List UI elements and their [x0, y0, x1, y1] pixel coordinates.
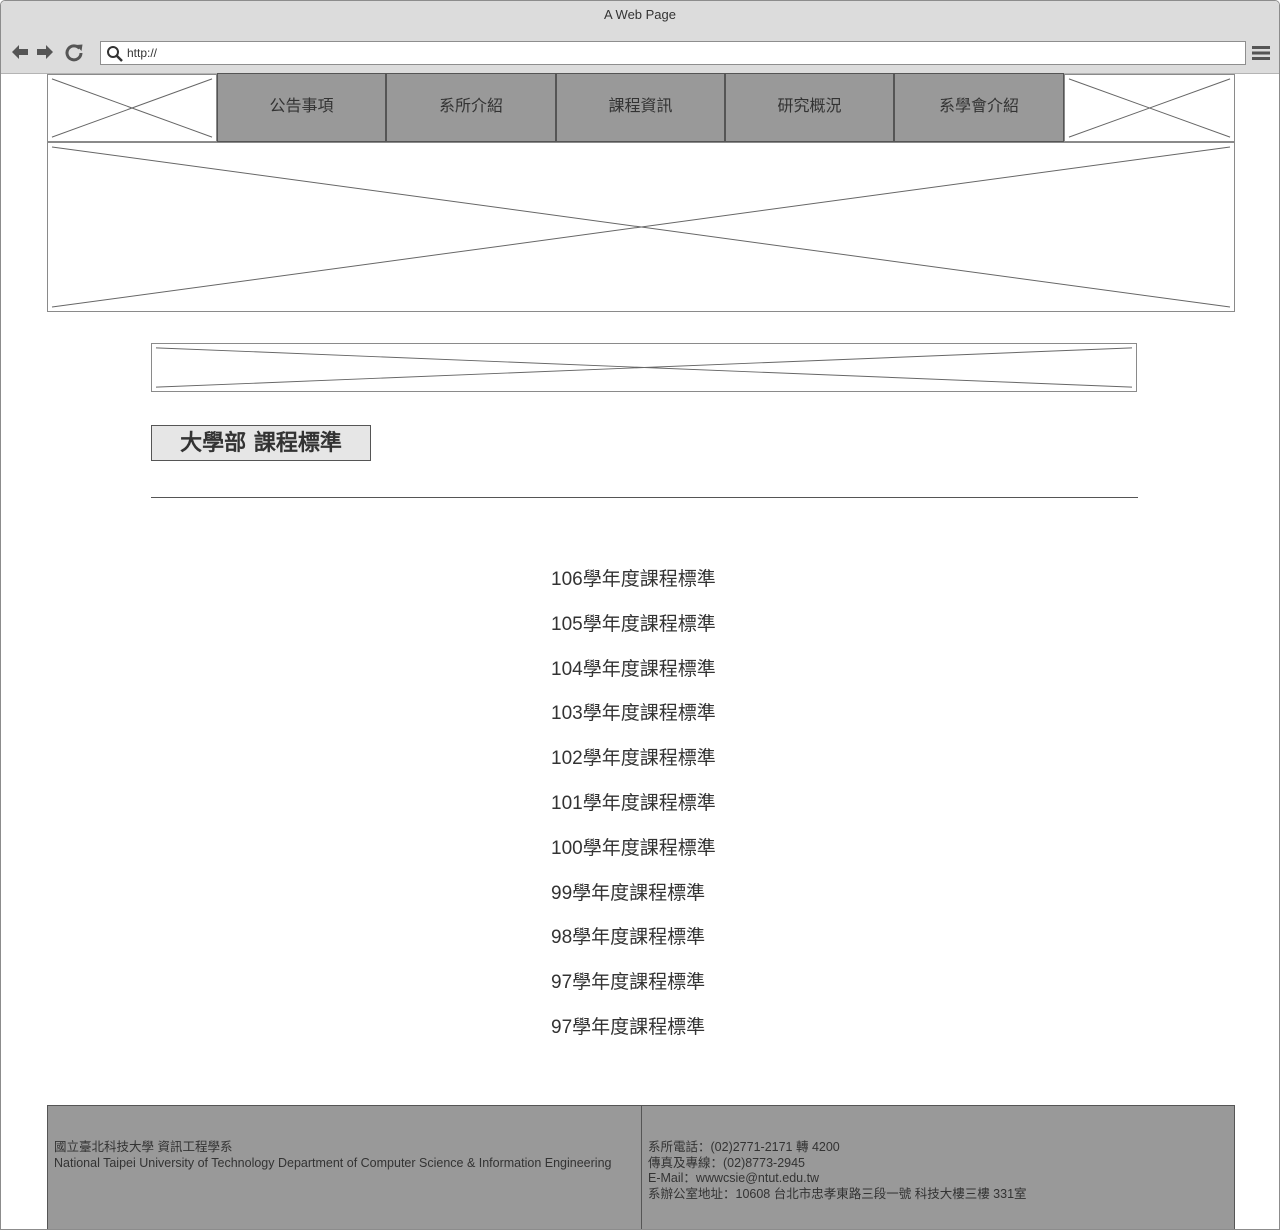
course-link-97-duplicate[interactable]: 97學年度課程標準 — [551, 1013, 951, 1058]
section-divider — [151, 497, 1138, 498]
tab-course-info[interactable]: 課程資訊 — [556, 73, 725, 142]
url-text: http:// — [127, 46, 158, 60]
course-label: 學年度課程標準 — [582, 657, 716, 680]
course-label: 學年度課程標準 — [582, 747, 716, 770]
course-year: 97 — [551, 972, 573, 994]
course-label: 學年度課程標準 — [582, 568, 716, 590]
course-link-99[interactable]: 99學年度課程標準 — [551, 879, 951, 924]
course-year: 101 — [551, 792, 583, 814]
course-year: 99 — [551, 882, 573, 904]
tab-research-overview[interactable]: 研究概況 — [725, 73, 894, 142]
browser-window: A Web Page http:// 公告事項 系所介紹 課程資訊 研究概況 系… — [0, 0, 1280, 1230]
tab-student-association[interactable]: 系學會介紹 — [894, 73, 1064, 142]
course-link-103[interactable]: 103學年度課程標準 — [551, 699, 951, 744]
footer-phone: 系所電話：(02)2771-2171 轉 4200 — [648, 1140, 840, 1154]
address-bar[interactable]: http:// — [100, 41, 1246, 65]
course-year: 103 — [551, 703, 583, 725]
course-year: 102 — [551, 748, 583, 770]
forward-arrow-icon[interactable] — [35, 42, 55, 62]
course-label: 學年度課程標準 — [572, 971, 706, 994]
course-label: 學年度課程標準 — [572, 926, 706, 949]
course-year: 106 — [551, 569, 583, 590]
course-link-104[interactable]: 104學年度課程標準 — [551, 655, 951, 700]
reload-icon[interactable] — [64, 42, 84, 62]
course-link-102[interactable]: 102學年度課程標準 — [551, 744, 951, 789]
window-title: A Web Page — [1, 1, 1279, 31]
course-standards-list: 106學年度課程標準 105學年度課程標準 104學年度課程標準 103學年度課… — [551, 565, 951, 1058]
course-label: 學年度課程標準 — [572, 1015, 706, 1038]
back-arrow-icon[interactable] — [10, 42, 30, 62]
browser-toolbar: http:// — [1, 31, 1279, 74]
course-label: 學年度課程標準 — [582, 612, 716, 635]
tab-department-intro[interactable]: 系所介紹 — [386, 73, 556, 142]
course-link-97[interactable]: 97學年度課程標準 — [551, 968, 951, 1013]
logo-image-placeholder[interactable] — [47, 74, 217, 142]
course-label: 學年度課程標準 — [572, 881, 706, 904]
course-link-106[interactable]: 106學年度課程標準 — [551, 565, 951, 610]
course-year: 97 — [551, 1016, 573, 1038]
search-icon — [107, 46, 123, 62]
course-year: 105 — [551, 613, 583, 635]
course-year: 104 — [551, 658, 583, 680]
course-label: 學年度課程標準 — [582, 791, 716, 814]
footer-fax: 傳真及專線：(02)8773-2945 — [648, 1155, 806, 1170]
course-label: 學年度課程標準 — [582, 702, 716, 725]
footer-email[interactable]: E-Mail：wwwcsie@ntut.edu.tw — [648, 1171, 1027, 1187]
sub-banner-image-placeholder — [151, 343, 1137, 392]
course-label: 學年度課程標準 — [582, 836, 716, 859]
footer-school-name-en: National Taipei University of Technology… — [54, 1155, 612, 1170]
course-year: 100 — [551, 837, 583, 859]
footer-school-info: 國立臺北科技大學 資訊工程學系 National Taipei Universi… — [47, 1105, 642, 1229]
hamburger-menu-icon[interactable] — [1251, 43, 1271, 63]
course-link-100[interactable]: 100學年度課程標準 — [551, 834, 951, 879]
course-link-101[interactable]: 101學年度課程標準 — [551, 789, 951, 834]
course-link-105[interactable]: 105學年度課程標準 — [551, 610, 951, 655]
course-year: 98 — [551, 927, 573, 949]
course-link-98[interactable]: 98學年度課程標準 — [551, 923, 951, 968]
footer-contact-info: 系所電話：(02)2771-2171 轉 4200 傳真及專線：(02)8773… — [641, 1105, 1235, 1229]
tab-announcements[interactable]: 公告事項 — [217, 73, 386, 142]
header-right-image-placeholder[interactable] — [1064, 74, 1235, 142]
footer-school-name-zh: 國立臺北科技大學 資訊工程學系 — [54, 1140, 233, 1154]
section-title: 大學部 課程標準 — [151, 425, 371, 461]
banner-image-placeholder — [47, 142, 1235, 312]
footer-address: 系辦公室地址：10608 台北市忠孝東路三段一號 科技大樓三樓 331室 — [648, 1186, 1027, 1201]
